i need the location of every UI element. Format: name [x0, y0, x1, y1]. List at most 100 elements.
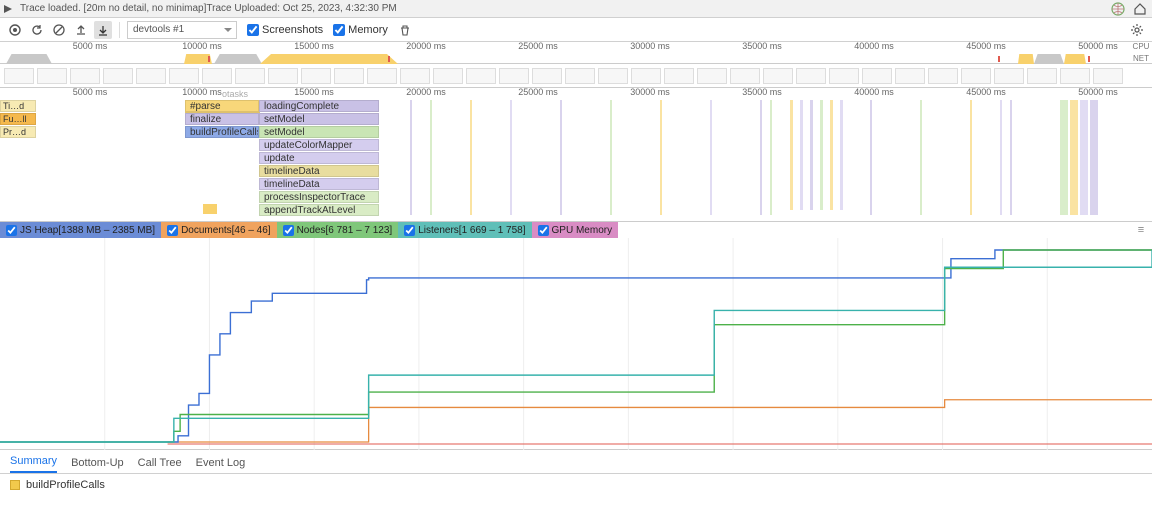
screenshot-thumb[interactable]	[37, 68, 67, 84]
download-button[interactable]	[94, 21, 112, 39]
screenshot-thumb[interactable]	[1060, 68, 1090, 84]
screenshot-thumb[interactable]	[400, 68, 430, 84]
screenshot-thumb[interactable]	[664, 68, 694, 84]
screenshot-thumb[interactable]	[466, 68, 496, 84]
home-icon[interactable]	[1132, 1, 1148, 17]
screenshot-thumb[interactable]	[1027, 68, 1057, 84]
legend-checkbox[interactable]	[167, 225, 178, 236]
screenshot-thumb[interactable]	[4, 68, 34, 84]
screenshot-thumb[interactable]	[169, 68, 199, 84]
settings-gear-icon[interactable]	[1128, 21, 1146, 39]
ruler-tick: 35000 ms	[742, 88, 782, 97]
screenshot-thumb[interactable]	[1093, 68, 1123, 84]
screenshot-thumb[interactable]	[532, 68, 562, 84]
legend-menu-icon[interactable]: ≡	[1134, 224, 1152, 236]
screenshot-thumb[interactable]	[103, 68, 133, 84]
garbage-collect-button[interactable]	[396, 21, 414, 39]
ruler-tick: 45000 ms	[966, 41, 1006, 51]
legend-item[interactable]: Listeners[1 669 – 1 758]	[398, 222, 531, 238]
timeline-overview[interactable]: 5000 ms10000 ms15000 ms20000 ms25000 ms3…	[0, 42, 1152, 64]
tab-summary[interactable]: Summary	[10, 451, 57, 473]
screenshot-thumb[interactable]	[334, 68, 364, 84]
reload-button[interactable]	[28, 21, 46, 39]
ruler-tick: 45000 ms	[966, 88, 1006, 97]
flame-chart[interactable]: 5000 ms10000 ms15000 ms20000 ms25000 ms3…	[0, 88, 1152, 222]
legend-checkbox[interactable]	[283, 225, 294, 236]
play-icon[interactable]	[4, 4, 14, 14]
flame-entry[interactable]: #parse	[185, 100, 259, 112]
screenshot-thumb[interactable]	[928, 68, 958, 84]
screenshot-thumb[interactable]	[367, 68, 397, 84]
screenshot-thumb[interactable]	[895, 68, 925, 84]
flame-entry[interactable]: buildProfileCalls	[185, 126, 259, 138]
screenshot-thumb[interactable]	[730, 68, 760, 84]
ruler-tick: 50000 ms	[1078, 41, 1118, 51]
flame-entry[interactable]: processInspectorTrace	[259, 191, 379, 203]
legend-checkbox[interactable]	[6, 225, 17, 236]
screenshots-checkbox-wrap[interactable]: Screenshots	[247, 24, 323, 36]
screenshot-thumb[interactable]	[565, 68, 595, 84]
upload-button[interactable]	[72, 21, 90, 39]
screenshot-thumb[interactable]	[796, 68, 826, 84]
flame-entry[interactable]: setModel	[259, 113, 379, 125]
flame-entry[interactable]: setModel	[259, 126, 379, 138]
flame-entry[interactable]: loadingComplete	[259, 100, 379, 112]
flame-entry[interactable]: finalize	[185, 113, 259, 125]
ruler-tick: 40000 ms	[854, 41, 894, 51]
track-label[interactable]: Ti…d	[0, 100, 36, 112]
screenshot-thumb[interactable]	[235, 68, 265, 84]
track-labels: Ti…dFu…llPr…d	[0, 100, 36, 139]
ruler-tick: 40000 ms	[854, 88, 894, 97]
legend-item[interactable]: JS Heap[1388 MB – 2385 MB]	[0, 222, 161, 238]
screenshot-thumb[interactable]	[763, 68, 793, 84]
memory-graph[interactable]	[0, 238, 1152, 450]
screenshot-thumb[interactable]	[433, 68, 463, 84]
screenshot-thumb[interactable]	[862, 68, 892, 84]
screenshot-thumb[interactable]	[829, 68, 859, 84]
record-button[interactable]	[6, 21, 24, 39]
cpu-net-labels: CPU NET	[1130, 42, 1152, 66]
screenshots-checkbox[interactable]	[247, 24, 259, 36]
globe-icon[interactable]	[1110, 1, 1126, 17]
screenshot-thumb[interactable]	[268, 68, 298, 84]
clear-button[interactable]	[50, 21, 68, 39]
screenshot-thumb[interactable]	[994, 68, 1024, 84]
tab-call-tree[interactable]: Call Tree	[138, 453, 182, 473]
ruler-tick: 10000 ms	[182, 88, 222, 97]
tab-bottom-up[interactable]: Bottom-Up	[71, 453, 124, 473]
track-label[interactable]: Pr…d	[0, 126, 36, 138]
screenshot-thumb[interactable]	[301, 68, 331, 84]
flame-entry[interactable]: timelineData	[259, 165, 379, 177]
overview-marker	[388, 56, 390, 62]
legend-item[interactable]: Documents[46 – 46]	[161, 222, 277, 238]
legend-item[interactable]: Nodes[6 781 – 7 123]	[277, 222, 399, 238]
screenshot-thumb[interactable]	[136, 68, 166, 84]
screenshot-thumb[interactable]	[961, 68, 991, 84]
track-label[interactable]: Fu…ll	[0, 113, 36, 125]
memory-legend: JS Heap[1388 MB – 2385 MB]Documents[46 –…	[0, 222, 1152, 238]
tab-event-log[interactable]: Event Log	[196, 453, 246, 473]
cpu-label: CPU	[1130, 42, 1152, 54]
memory-graph-svg	[0, 238, 1152, 450]
screenshot-strip[interactable]	[0, 64, 1152, 88]
screenshot-thumb[interactable]	[697, 68, 727, 84]
screenshot-thumb[interactable]	[598, 68, 628, 84]
screenshot-thumb[interactable]	[631, 68, 661, 84]
legend-checkbox[interactable]	[538, 225, 549, 236]
legend-item[interactable]: GPU Memory	[532, 222, 619, 238]
flame-entry[interactable]: timelineData	[259, 178, 379, 190]
toolbar-divider	[119, 22, 120, 38]
ruler-tick: 10000 ms	[182, 41, 222, 51]
memory-checkbox-wrap[interactable]: Memory	[333, 24, 388, 36]
memory-checkbox[interactable]	[333, 24, 345, 36]
flame-entry[interactable]: updateColorMapper	[259, 139, 379, 151]
ruler-tick: 50000 ms	[1078, 88, 1118, 97]
legend-checkbox[interactable]	[404, 225, 415, 236]
recording-dropdown[interactable]: devtools #1	[127, 21, 237, 39]
flame-entry[interactable]: update	[259, 152, 379, 164]
screenshot-thumb[interactable]	[499, 68, 529, 84]
status-trace-uploaded: Trace Uploaded: Oct 25, 2023, 4:32:30 PM	[206, 3, 396, 14]
flame-entry[interactable]: appendTrackAtLevel	[259, 204, 379, 216]
screenshot-thumb[interactable]	[70, 68, 100, 84]
screenshot-thumb[interactable]	[202, 68, 232, 84]
